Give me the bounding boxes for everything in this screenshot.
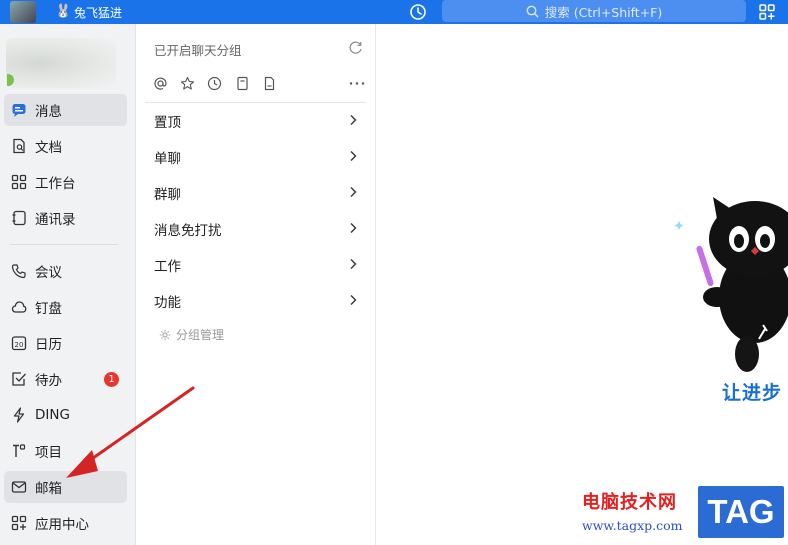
chevron-right-icon	[350, 259, 357, 269]
group-manage-label: 分组管理	[176, 328, 225, 342]
group-label: 群聊	[154, 187, 181, 203]
nav-label: 钉盘	[35, 301, 62, 317]
bookmark-icon[interactable]	[235, 76, 250, 91]
group-row-pinned[interactable]: 置顶	[145, 103, 366, 139]
top-bar: 🐰 兔飞猛进 搜索 (Ctrl+Shift+F)	[0, 0, 788, 24]
filter-toolbar	[153, 76, 367, 92]
nav-label: 文档	[35, 140, 62, 156]
nav-item-docs[interactable]: 文档	[4, 130, 127, 162]
nav-item-meeting[interactable]: 会议	[4, 255, 127, 287]
group-row-single-chat[interactable]: 单聊	[145, 139, 366, 175]
search-placeholder: 搜索 (Ctrl+Shift+F)	[544, 4, 663, 20]
nav-label: 会议	[35, 265, 62, 281]
group-label: 工作	[154, 259, 181, 275]
nav-item-ding[interactable]: DING	[4, 399, 127, 431]
group-row-work[interactable]: 工作	[145, 247, 366, 283]
group-label: 功能	[154, 295, 181, 311]
mascot-illustration	[674, 197, 788, 372]
nav-item-contacts[interactable]: 通讯录	[4, 202, 127, 234]
lightning-icon	[11, 407, 27, 423]
calendar-icon: 20	[11, 335, 27, 351]
more-icon[interactable]	[348, 76, 366, 91]
watermark-tag-logo: TAG	[698, 486, 784, 538]
chevron-right-icon	[350, 295, 357, 305]
nav-label: 通讯录	[35, 212, 76, 228]
nav-label: 工作台	[35, 176, 76, 192]
search-input[interactable]: 搜索 (Ctrl+Shift+F)	[442, 0, 746, 22]
workspace-switcher[interactable]: 🐰 兔飞猛进	[55, 3, 122, 21]
calendar-day: 20	[15, 341, 24, 349]
nav-label: 日历	[35, 337, 62, 353]
group-label: 单聊	[154, 151, 181, 167]
chevron-right-icon	[350, 151, 357, 161]
refresh-icon[interactable]	[348, 40, 363, 55]
chat-bubble-icon	[11, 102, 27, 118]
nav-label: 应用中心	[35, 517, 89, 533]
panel-title: 已开启聊天分组	[154, 43, 242, 58]
nav-item-messages[interactable]: 消息	[4, 94, 127, 126]
nav-item-mail[interactable]: 邮箱	[4, 471, 127, 503]
nav-item-app-center[interactable]: 应用中心	[4, 507, 127, 539]
file-icon[interactable]	[262, 76, 277, 91]
nav-item-workbench[interactable]: 工作台	[4, 166, 127, 198]
grid-icon	[11, 174, 27, 190]
workspace-name: 兔飞猛进	[74, 5, 123, 20]
group-row-muted[interactable]: 消息免打扰	[145, 211, 366, 247]
chevron-right-icon	[350, 187, 357, 197]
nav-item-project[interactable]: 项目	[4, 435, 127, 467]
group-row-group-chat[interactable]: 群聊	[145, 175, 366, 211]
rabbit-icon: 🐰	[55, 4, 72, 19]
contacts-icon	[11, 210, 27, 226]
watermark-site-name: 电脑技术网	[582, 492, 677, 513]
gear-icon	[159, 329, 171, 340]
nav-label: 消息	[35, 104, 62, 120]
search-icon	[526, 5, 539, 17]
left-sidebar: 消息 文档 工作台 通讯录 会议 钉盘 20 日历 待办 1 DING 项目 邮…	[0, 24, 136, 545]
slogan-text: 让进步	[722, 382, 783, 404]
app-logo[interactable]	[10, 1, 36, 23]
star-icon[interactable]	[180, 76, 195, 91]
apps-grid-icon[interactable]	[758, 3, 776, 21]
cloud-icon	[11, 299, 27, 315]
nav-item-calendar[interactable]: 20 日历	[4, 327, 127, 359]
group-manage-button[interactable]: 分组管理	[159, 326, 224, 343]
clock-icon[interactable]	[207, 76, 222, 91]
chat-group-panel: 已开启聊天分组 置顶 单聊 群聊 消息免打扰 工作 功能 分组管理	[137, 24, 376, 545]
document-icon	[11, 138, 27, 154]
empty-state-panel: 让进步	[377, 24, 788, 545]
history-icon[interactable]	[409, 3, 427, 21]
group-row-function[interactable]: 功能	[145, 283, 366, 319]
nav-label: 邮箱	[35, 481, 62, 497]
avatar[interactable]	[6, 38, 116, 88]
unread-badge: 1	[104, 372, 119, 387]
mail-icon	[11, 479, 27, 495]
checkbox-icon	[11, 371, 27, 387]
nav-label: 项目	[35, 445, 62, 461]
chevron-right-icon	[350, 115, 357, 125]
watermark-url: www.tagxp.com	[582, 518, 683, 533]
at-icon[interactable]	[153, 76, 168, 91]
nav-divider	[10, 244, 118, 245]
project-icon	[11, 443, 27, 459]
nav-item-drive[interactable]: 钉盘	[4, 291, 127, 323]
nav-label: 待办	[35, 373, 62, 389]
nav-label: DING	[35, 407, 70, 423]
group-label: 置顶	[154, 115, 181, 131]
phone-icon	[11, 263, 27, 279]
app-center-icon	[11, 515, 27, 531]
group-label: 消息免打扰	[154, 223, 222, 239]
chevron-right-icon	[350, 223, 357, 233]
